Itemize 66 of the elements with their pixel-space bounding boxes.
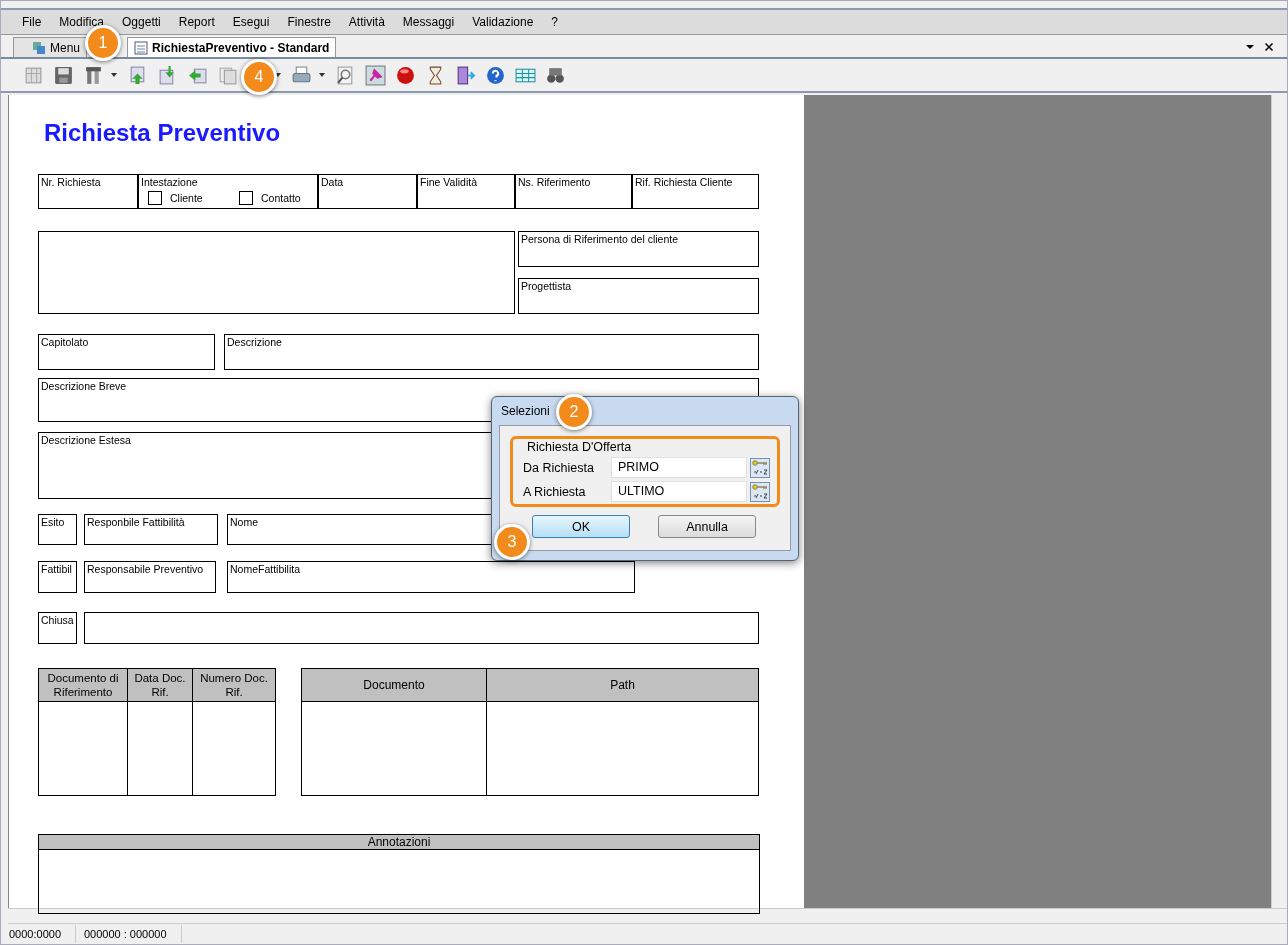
dialog-button[interactable]: Annulla [658,515,756,538]
column-header: Data Doc. Rif. [128,669,193,701]
document-tab[interactable]: RichiestaPreventivo - Standard [127,37,337,57]
field-label: Data [321,176,344,188]
help-icon[interactable] [485,64,506,86]
form-icon [134,40,149,55]
menu-item[interactable]: Report [169,15,224,29]
field-label: Capitolato [41,336,89,348]
input-field[interactable]: ULTIMO [611,481,747,502]
caret-icon[interactable] [318,71,326,79]
document-tab[interactable]: Menu [13,37,88,57]
menu-item[interactable]: Attività [339,15,394,29]
menu-item[interactable]: ? [542,15,568,29]
group-label: Richiesta D'Offerta [527,440,632,454]
key-sort-icon[interactable] [750,457,770,478]
field-label: Progettista [521,280,572,292]
status-text: 0000:0000 [1,925,76,943]
column-header: Annotazioni [39,835,759,850]
window-icon [32,40,46,55]
input-field[interactable]: PRIMO [611,457,747,478]
step-badge: 4 [241,59,277,95]
field-label: Responbile Fattibilità [87,516,185,528]
form-title: Richiesta Preventivo [44,119,281,147]
column-header: Path [609,677,636,694]
field-label: Intestazione [141,176,198,188]
menu-item[interactable]: Esegui [223,15,279,29]
column-header: Documento di Riferimento [39,669,128,701]
close-icon[interactable] [1264,42,1274,52]
dropdown-icon[interactable] [1245,42,1255,52]
field-label: Descrizione [227,336,282,348]
menu-item[interactable]: File [13,15,51,29]
column-header: Documento [302,669,487,701]
key-sort-icon[interactable] [750,481,770,502]
field-label: Fattibil [41,563,72,575]
dialog-title: Selezioni [500,403,550,420]
save-icon[interactable] [53,64,74,86]
checkbox[interactable] [148,191,162,205]
field-label: Da Richiesta [523,460,595,475]
field-label: A Richiesta [523,484,587,499]
tools-icon[interactable] [83,64,104,86]
menu-item[interactable]: Validazione [463,15,543,29]
menu-item[interactable]: Messaggi [393,15,464,29]
checkbox[interactable] [239,191,253,205]
checkbox-label: Cliente [170,192,203,204]
checkbox-label: Contatto [261,192,301,204]
horizontal-scrollbar[interactable] [8,908,1287,924]
column-header: Numero Doc. Rif. [199,671,269,700]
field-label: NomeFattibilita [230,563,301,575]
field-label: Persona di Riferimento del cliente [521,233,678,245]
field-label: Nr. Richiesta [41,176,101,188]
field-label: Nome [230,516,258,528]
field-label: Fine Validità [420,176,477,188]
record-icon[interactable] [395,64,416,86]
field-label: Rif. Richiesta Cliente [635,176,733,188]
door-icon[interactable] [455,64,476,86]
field-label: Descrizione Estesa [41,434,131,446]
field-label: Ns. Riferimento [518,176,591,188]
field-label: Responsabile Preventivo [87,563,204,575]
field-label: Chiusa [41,614,74,626]
field-label: Esito [41,516,65,528]
field-label: Descrizione Breve [41,380,127,392]
caret-icon[interactable] [110,71,118,79]
dialog-button[interactable]: OK [532,515,630,538]
menu-item[interactable]: Finestre [278,15,340,29]
status-text: 000000 : 000000 [76,925,182,943]
pin-icon[interactable] [365,64,386,86]
